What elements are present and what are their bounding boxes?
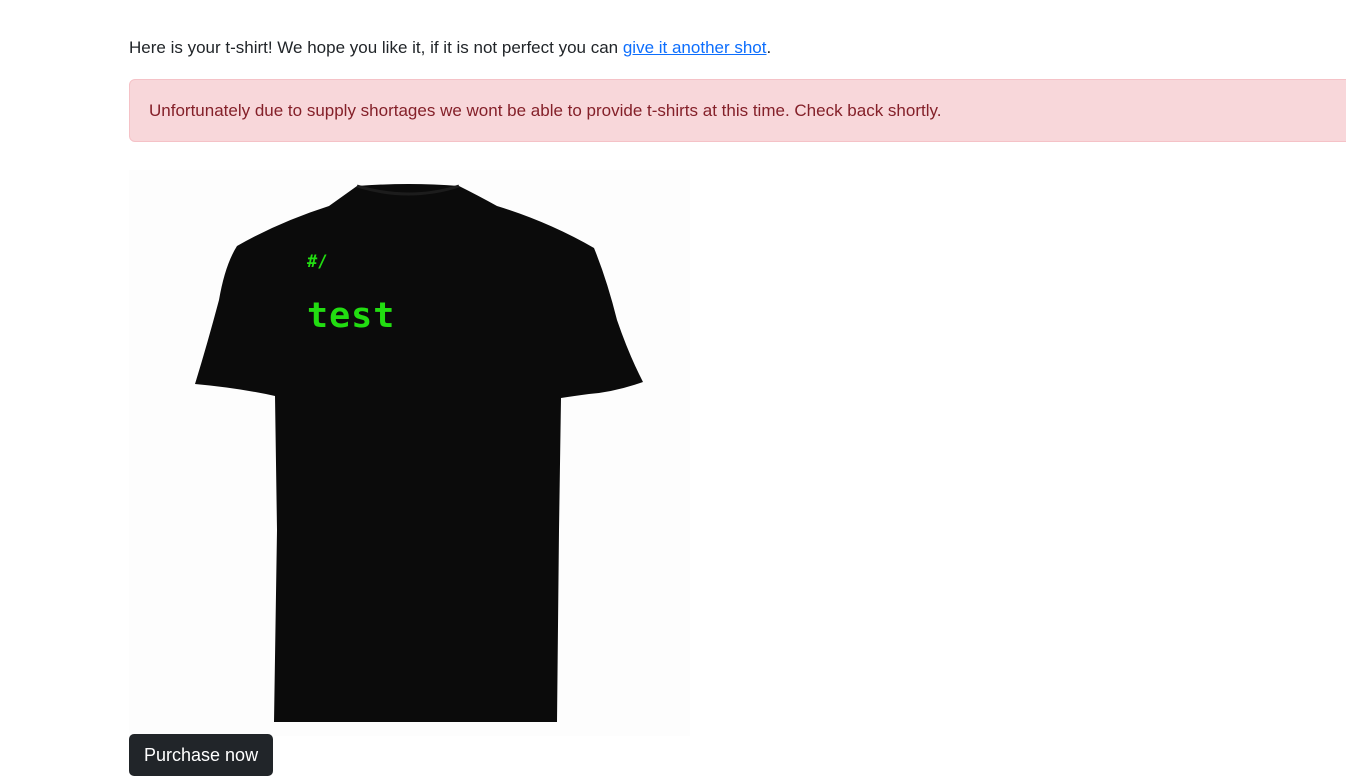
alert-message: Unfortunately due to supply shortages we… <box>149 100 942 120</box>
intro-text: Here is your t-shirt! We hope you like i… <box>129 35 771 61</box>
tshirt-print-text: test <box>307 296 396 336</box>
intro-text-before: Here is your t-shirt! We hope you like i… <box>129 38 623 57</box>
regenerate-link[interactable]: give it another shot <box>623 38 767 57</box>
purchase-button[interactable]: Purchase now <box>129 734 274 776</box>
tshirt-image: #/ test <box>129 170 690 736</box>
tshirt-graphic <box>195 184 643 722</box>
tshirt-prefix-text: #/ <box>307 252 328 272</box>
tshirt-shape <box>195 184 643 722</box>
supply-shortage-alert: Unfortunately due to supply shortages we… <box>129 79 1346 142</box>
intro-text-after: . <box>766 38 772 57</box>
